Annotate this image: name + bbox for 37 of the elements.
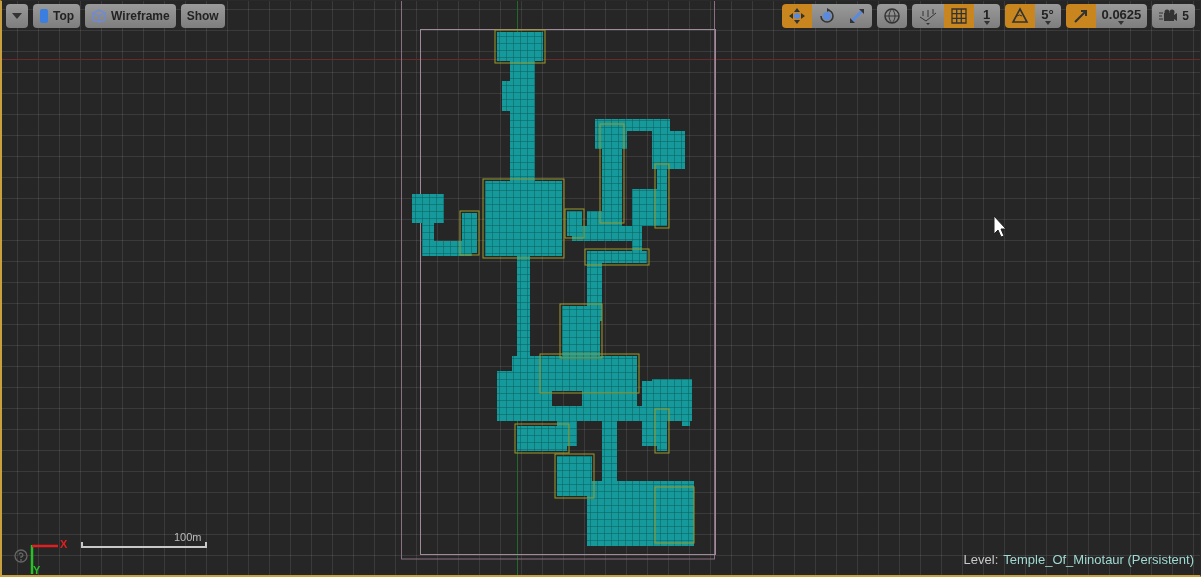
scale-arrows-icon	[847, 7, 866, 25]
mouse-cursor-icon	[993, 215, 1007, 238]
wireframe-icon	[91, 9, 108, 23]
angle-icon	[1010, 7, 1029, 25]
scale-label: 100m	[174, 529, 202, 545]
caret-icon	[1118, 20, 1125, 25]
snap-value-dropdown[interactable]: 1	[973, 4, 1000, 28]
transform-tool-button[interactable]	[841, 4, 872, 28]
level-label: Level:	[963, 550, 999, 569]
camera-speed-dropdown[interactable]: 5	[1152, 4, 1195, 28]
grid-icon	[949, 7, 968, 25]
rotate-icon	[817, 7, 836, 25]
camera-icon	[1158, 8, 1179, 24]
menu-button[interactable]	[6, 4, 28, 28]
view-projection-button[interactable]: Top	[33, 4, 81, 28]
snap-value-dropdown[interactable]: 5°	[1034, 4, 1061, 28]
snap-toggle-button[interactable]	[1065, 4, 1096, 28]
snap-toggle-button[interactable]	[1004, 4, 1035, 28]
y-axis-label: Y	[33, 562, 41, 575]
transform-tool-button[interactable]	[811, 4, 842, 28]
show-button[interactable]: Show	[180, 4, 225, 28]
x-axis-label: X	[60, 536, 68, 552]
snap-toggle-button[interactable]	[943, 4, 974, 28]
surface-snap-button[interactable]	[911, 4, 944, 28]
globe-icon	[882, 7, 901, 25]
caret-icon	[983, 20, 990, 25]
view-mode-button[interactable]: Wireframe	[85, 4, 176, 28]
world-space-button[interactable]	[876, 4, 907, 28]
surface-snap-icon	[917, 7, 938, 25]
help-icon[interactable]	[14, 549, 28, 563]
caret-icon	[1044, 20, 1051, 25]
level-name: Temple_Of_Minotaur (Persistent)	[1003, 550, 1194, 569]
snap-value-dropdown[interactable]: 0.0625	[1095, 4, 1148, 28]
caret-icon	[12, 13, 22, 19]
axis-gizmo-drawing	[30, 544, 58, 574]
move-arrows-icon	[787, 7, 806, 25]
transform-tool-button[interactable]	[781, 4, 812, 28]
